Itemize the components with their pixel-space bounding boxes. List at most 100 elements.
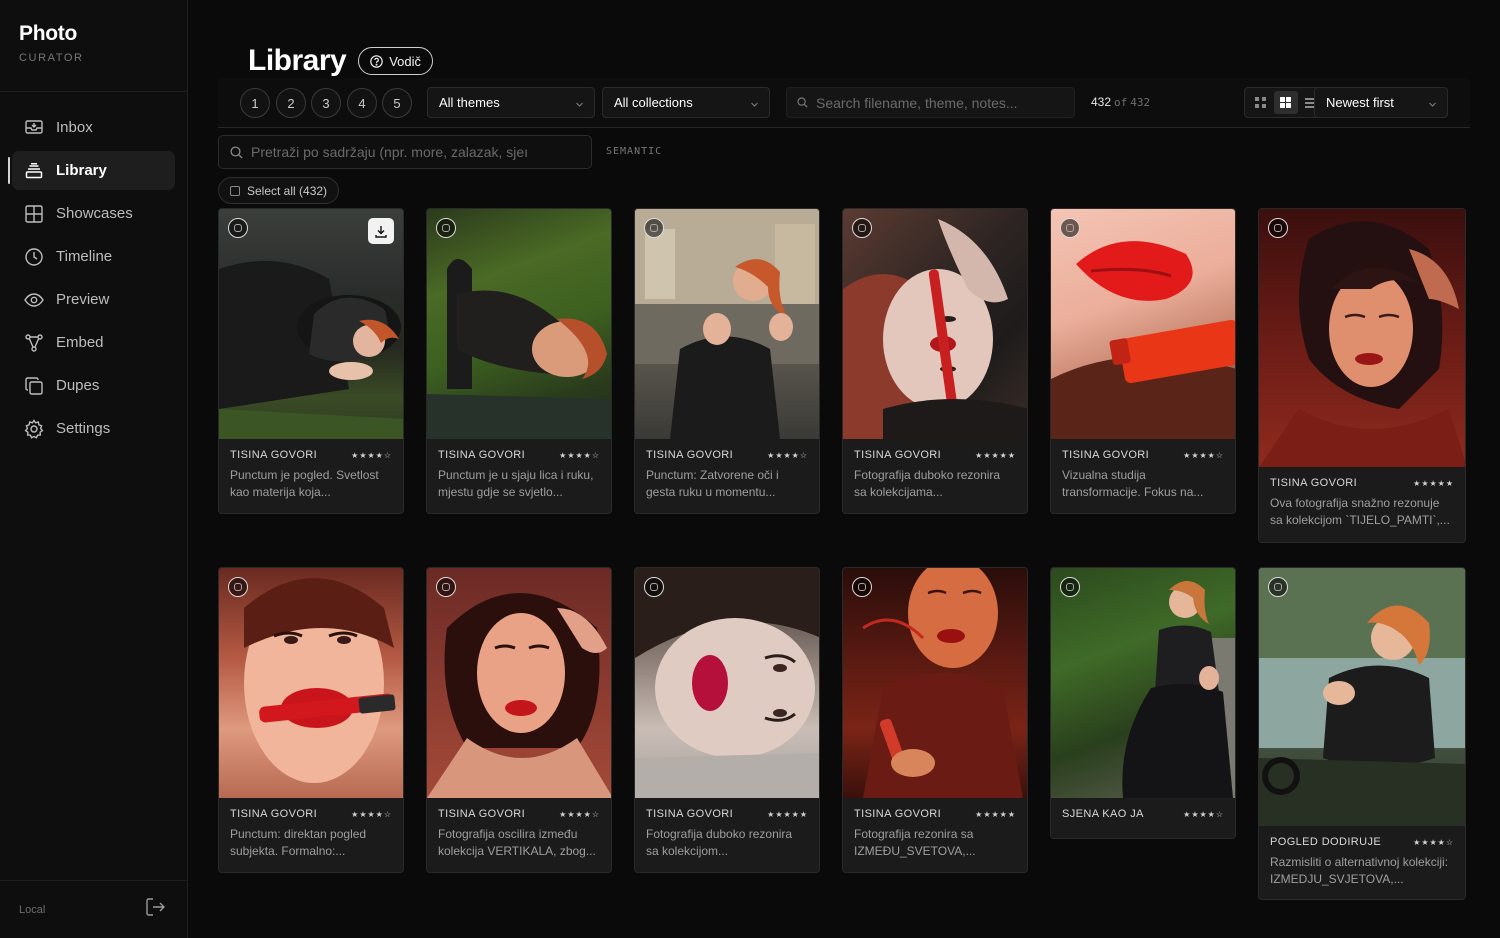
grid-small-icon[interactable] [1249,91,1273,114]
eye-icon [24,290,44,310]
page-button-5[interactable]: 5 [382,88,412,118]
photo-description: Razmisliti o alternativnoj kolekciji: IZ… [1270,855,1449,886]
search-icon [230,145,243,159]
photo-card[interactable]: TISINA GOVORI ★★★★☆ Punctum je u sjaju li… [426,208,612,514]
page-title: Library [248,44,347,77]
select-toggle[interactable] [1268,218,1288,238]
photo-thumbnail[interactable] [843,568,1027,798]
photo-card[interactable]: TISINA GOVORI ★★★★★ Ova fotografija snažn… [1258,208,1466,543]
select-toggle[interactable] [436,577,456,597]
photo-thumbnail[interactable] [427,209,611,439]
total-count: 432 [1130,96,1151,109]
select-toggle[interactable] [436,218,456,238]
photo-meta: TISINA GOVORI ★★★★★ Fotografija duboko re… [635,798,819,860]
sidebar-item-timeline[interactable]: Timeline [12,237,175,276]
sidebar-item-inbox[interactable]: Inbox [12,108,175,147]
star-rating: ★★★★☆ [559,450,600,460]
photo-card[interactable]: TISINA GOVORI ★★★★★ Fotografija duboko re… [634,567,820,873]
sidebar-item-dupes[interactable]: Dupes [12,366,175,405]
sidebar-item-settings[interactable]: Settings [12,409,175,448]
semantic-search-input[interactable] [251,144,591,160]
page-button-2[interactable]: 2 [276,88,306,118]
page-button-3[interactable]: 3 [311,88,341,118]
photo-meta: TISINA GOVORI ★★★★★ Ova fotografija snažn… [1259,467,1465,529]
storage-mode: Local [19,903,46,916]
photo-card[interactable]: TISINA GOVORI ★★★★★ Fotografija duboko re… [842,208,1028,514]
photo-card[interactable]: POGLED DODIRUJE ★★★★☆ Razmisliti o altern… [1258,567,1466,900]
collection-filter-value: All collections [614,95,693,110]
sort-select[interactable]: Newest first [1314,87,1448,118]
sidebar-item-embed[interactable]: Embed [12,323,175,362]
photo-meta: SJENA KAO JA ★★★★☆ [1051,798,1235,820]
photo-description: Vizualna studija transformacije. Fokus n… [1062,468,1204,499]
photo-thumbnail[interactable] [843,209,1027,439]
grid-large-icon[interactable] [1273,91,1298,114]
sidebar-item-preview[interactable]: Preview [12,280,175,319]
photo-thumbnail[interactable] [427,568,611,798]
photo-meta: TISINA GOVORI ★★★★★ Fotografija duboko re… [843,439,1027,501]
guide-button[interactable]: Vodič [358,47,434,75]
star-rating: ★★★★★ [1413,478,1454,488]
select-toggle[interactable] [1060,218,1080,238]
embed-icon [24,333,44,353]
select-toggle[interactable] [228,577,248,597]
page-button-4[interactable]: 4 [347,88,377,118]
photo-thumbnail[interactable] [1259,568,1465,826]
gear-icon [24,418,44,439]
photo-description: Fotografija oscilira između kolekcija VE… [438,827,596,858]
select-toggle[interactable] [852,577,872,597]
photo-card[interactable]: TISINA GOVORI ★★★★☆ Punctum: direktan pog… [218,567,404,873]
sidebar-item-label: Inbox [56,119,93,136]
select-toggle[interactable] [852,218,872,238]
main-content: Library Vodič 1 2 3 4 5 All themes All c… [188,0,1500,938]
photo-meta: TISINA GOVORI ★★★★☆ Punctum je pogled. Sv… [219,439,403,501]
photo-card[interactable]: TISINA GOVORI ★★★★★ Fotografija rezonira … [842,567,1028,873]
logout-icon[interactable] [146,898,165,921]
photo-card[interactable]: TISINA GOVORI ★★★★☆ Fotografija oscilira … [426,567,612,873]
sidebar-item-label: Timeline [56,248,113,265]
photo-thumbnail[interactable] [1259,209,1465,467]
photo-thumbnail[interactable] [1051,209,1235,439]
photo-theme: TISINA GOVORI [230,808,318,820]
sort-value: Newest first [1326,95,1394,110]
download-button[interactable] [368,218,394,244]
photo-thumbnail[interactable] [635,209,819,439]
collection-filter-select[interactable]: All collections [602,87,770,118]
sidebar-item-library[interactable]: Library [8,151,175,190]
checkbox-icon [230,185,240,196]
select-all-button[interactable]: Select all (432) [218,177,340,204]
photo-thumbnail[interactable] [219,568,403,798]
page-button-1[interactable]: 1 [240,88,270,118]
photo-image [635,568,819,798]
theme-filter-select[interactable]: All themes [427,87,595,118]
photo-theme: TISINA GOVORI [854,449,942,461]
guide-label: Vodič [389,53,422,69]
photo-meta: TISINA GOVORI ★★★★☆ Punctum: direktan pog… [219,798,403,860]
sidebar-item-label: Preview [56,291,110,308]
select-toggle[interactable] [644,218,664,238]
photo-description: Punctum: Zatvorene oči i gesta ruku u mo… [646,468,779,499]
sidebar-footer: Local [0,880,187,938]
toolbar: 1 2 3 4 5 All themes All collections 432… [218,78,1470,128]
sidebar-item-showcases[interactable]: Showcases [12,194,175,233]
photo-card[interactable]: TISINA GOVORI ★★★★☆ Punctum: Zatvorene oč… [634,208,820,514]
photo-meta: TISINA GOVORI ★★★★☆ Punctum: Zatvorene oč… [635,439,819,501]
photo-card[interactable]: TISINA GOVORI ★★★★☆ Vizualna studija tran… [1050,208,1236,514]
shown-count: 432 [1091,95,1112,109]
photo-thumbnail[interactable] [635,568,819,798]
sidebar-item-label: Dupes [56,377,100,394]
photo-card[interactable]: SJENA KAO JA ★★★★☆ [1050,567,1236,839]
brand-subtitle: CURATOR [19,52,84,64]
select-toggle[interactable] [1268,577,1288,597]
photo-description: Fotografija rezonira sa IZMEĐU_SVETOVA,.… [854,827,976,858]
select-toggle[interactable] [644,577,664,597]
photo-description: Fotografija duboko rezonira sa kolekcijo… [646,827,793,858]
select-toggle[interactable] [1060,577,1080,597]
photo-thumbnail[interactable] [1051,568,1235,798]
photo-thumbnail[interactable] [219,209,403,439]
select-toggle[interactable] [228,218,248,238]
photo-card[interactable]: TISINA GOVORI ★★★★☆ Punctum je pogled. Sv… [218,208,404,514]
showcases-icon [24,204,44,224]
search-input[interactable] [816,94,1074,111]
photo-theme: TISINA GOVORI [1270,477,1358,489]
